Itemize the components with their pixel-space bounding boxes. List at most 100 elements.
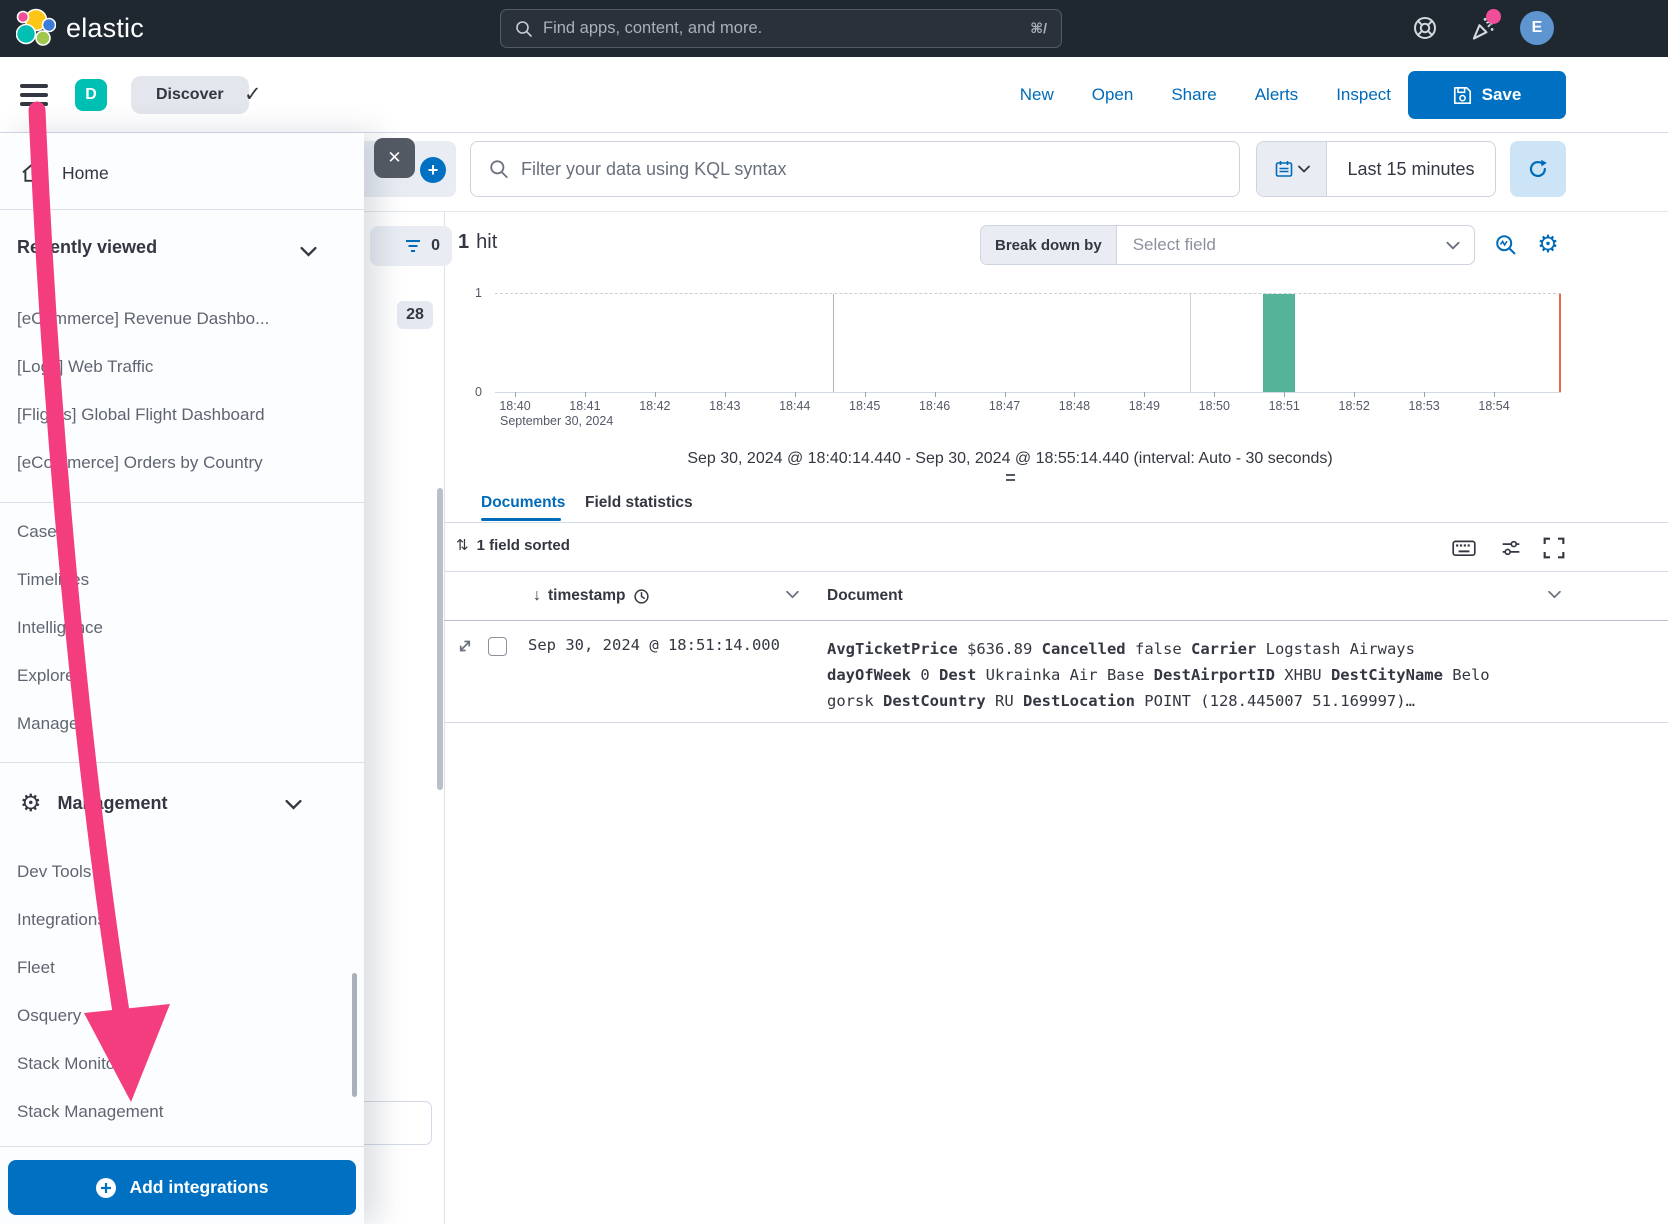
lens-chart-icon <box>1494 233 1518 257</box>
fullscreen-icon <box>1542 536 1566 560</box>
global-search-input[interactable] <box>543 19 1030 38</box>
row-checkbox[interactable] <box>488 637 507 656</box>
sidebar-item-ecommerce-orders-by-country[interactable]: [eCommerce] Orders by Country <box>17 439 347 487</box>
x-tick-mark <box>515 392 516 397</box>
sidebar-item-intelligence[interactable]: Intelligence <box>17 604 347 652</box>
histogram-bar[interactable] <box>1263 294 1295 392</box>
brand-name: elastic <box>66 13 144 44</box>
toolbar-action-share[interactable]: Share <box>1171 85 1216 105</box>
save-button[interactable]: Save <box>1408 71 1566 119</box>
refresh-button[interactable] <box>1510 141 1566 197</box>
x-tick-label: 18:54 <box>1478 399 1509 413</box>
sidebar-item-stack-management[interactable]: Stack Management <box>17 1088 347 1136</box>
management-header[interactable]: ⚙ Management <box>20 789 168 818</box>
global-search[interactable]: ⌘/ <box>500 9 1062 48</box>
row-timestamp: Sep 30, 2024 @ 18:51:14.000 <box>528 636 780 654</box>
user-avatar[interactable]: E <box>1520 11 1554 45</box>
x-tick-label: 18:47 <box>989 399 1020 413</box>
sidebar-item-flights-global-flight-dashboard[interactable]: [Flights] Global Flight Dashboard <box>17 391 347 439</box>
sidebar-item-logs-web-traffic[interactable]: [Logs] Web Traffic <box>17 343 347 391</box>
grid-display-options-button[interactable] <box>1497 534 1525 562</box>
x-tick-mark <box>1214 392 1215 397</box>
current-time-marker <box>1559 294 1561 392</box>
y-axis-max-label: 1 <box>458 286 482 300</box>
row-divider <box>444 722 1668 723</box>
home-icon <box>20 161 44 185</box>
sidebar-item-integrations[interactable]: Integrations <box>17 896 347 944</box>
panel-divider <box>444 211 445 1224</box>
sidebar-item-cases[interactable]: Cases <box>17 508 347 556</box>
chevron-down-icon <box>1446 241 1460 250</box>
flyout-scrollbar[interactable] <box>352 973 357 1097</box>
kql-query-bar[interactable] <box>470 141 1240 197</box>
management-collapse[interactable] <box>285 799 302 810</box>
add-field-button[interactable]: + <box>420 157 446 183</box>
add-integrations-button[interactable]: Add integrations <box>8 1160 356 1215</box>
search-icon <box>515 20 533 38</box>
keyboard-shortcuts-button[interactable] <box>1450 534 1478 562</box>
sidebar-item-osquery[interactable]: Osquery <box>17 992 347 1040</box>
sidebar-item-dev-tools[interactable]: Dev Tools <box>17 848 347 896</box>
sorted-fields-label: 1 field sorted <box>477 537 570 554</box>
keyboard-icon <box>1452 538 1476 558</box>
explore-in-lens-button[interactable] <box>1492 231 1520 259</box>
sort-fields-button[interactable]: ⇅ 1 field sorted <box>456 536 570 554</box>
grid-header-border <box>444 620 1668 621</box>
save-button-label: Save <box>1482 85 1522 105</box>
saved-check-icon[interactable]: ✓ <box>244 82 262 107</box>
gridline-1845 <box>833 294 834 392</box>
search-shortcut-hint: ⌘/ <box>1030 20 1047 37</box>
plus-circle-icon <box>95 1177 117 1199</box>
toolbar-action-alerts[interactable]: Alerts <box>1255 85 1298 105</box>
column-header-document[interactable]: Document <box>827 587 903 605</box>
tab-documents[interactable]: Documents <box>481 494 565 512</box>
add-integrations-label: Add integrations <box>129 1177 268 1198</box>
x-tick-mark <box>725 392 726 397</box>
document-column-menu[interactable] <box>1548 590 1561 599</box>
sidebar-item-fleet[interactable]: Fleet <box>17 944 347 992</box>
menu-hamburger-icon[interactable] <box>20 84 48 106</box>
hits-count: 1hit <box>458 231 497 254</box>
toolbar-action-inspect[interactable]: Inspect <box>1336 85 1391 105</box>
toolbar-action-new[interactable]: New <box>1020 85 1054 105</box>
breakdown-chevron[interactable] <box>1446 226 1474 264</box>
expand-document-button[interactable] <box>456 637 474 655</box>
x-tick-label: 18:51 <box>1269 399 1300 413</box>
breakdown-label: Break down by <box>981 226 1117 264</box>
sidebar-item-stack-monitoring[interactable]: Stack Monitoring <box>17 1040 347 1088</box>
sidebar-item-timelines[interactable]: Timelines <box>17 556 347 604</box>
sidebar-item-ecommerce-revenue-dashbo[interactable]: [eCommerce] Revenue Dashbo... <box>17 295 347 343</box>
recently-viewed-collapse[interactable] <box>300 246 317 257</box>
breakdown-placeholder[interactable]: Select field <box>1117 226 1446 264</box>
x-tick-label: 18:45 <box>849 399 880 413</box>
field-filter-count[interactable]: 0 <box>370 226 452 266</box>
chart-resize-handle[interactable]: = <box>994 468 1026 489</box>
tab-field-statistics[interactable]: Field statistics <box>585 494 693 512</box>
x-tick-mark <box>935 392 936 397</box>
breadcrumb-discover[interactable]: Discover <box>131 76 249 114</box>
time-range-value[interactable]: Last 15 minutes <box>1327 142 1495 196</box>
y-axis-min-label: 0 <box>458 385 482 399</box>
recently-viewed-header[interactable]: Recently viewed <box>17 237 157 258</box>
sidebar-item-home[interactable]: Home <box>0 145 364 201</box>
sidebar-item-manage[interactable]: Manage <box>17 700 347 748</box>
chevron-down-icon <box>1298 165 1310 173</box>
toolbar-actions: New Open Share Alerts Inspect <box>1020 57 1391 133</box>
column-header-timestamp[interactable]: ↓ timestamp <box>533 587 650 605</box>
date-picker-calendar-button[interactable] <box>1257 142 1327 196</box>
timestamp-column-menu[interactable] <box>786 590 799 599</box>
x-tick-mark <box>865 392 866 397</box>
x-tick-mark <box>1354 392 1355 397</box>
chart-options-button[interactable]: ⚙ <box>1534 231 1562 259</box>
toolbar-action-open[interactable]: Open <box>1092 85 1134 105</box>
sidebar-item-explore[interactable]: Explore <box>17 652 347 700</box>
help-button[interactable] <box>1410 13 1440 43</box>
filter-icon <box>405 239 421 253</box>
histogram-plot[interactable] <box>495 293 1561 393</box>
document-summary-line: dayOfWeek 0 Dest Ukrainka Air Base DestA… <box>827 662 1490 688</box>
flyout-close-button[interactable]: ✕ <box>374 138 415 178</box>
elastic-logo[interactable]: elastic <box>16 8 144 48</box>
kql-query-input[interactable] <box>521 159 1221 180</box>
fields-scrollbar[interactable] <box>437 488 443 790</box>
fullscreen-button[interactable] <box>1540 534 1568 562</box>
